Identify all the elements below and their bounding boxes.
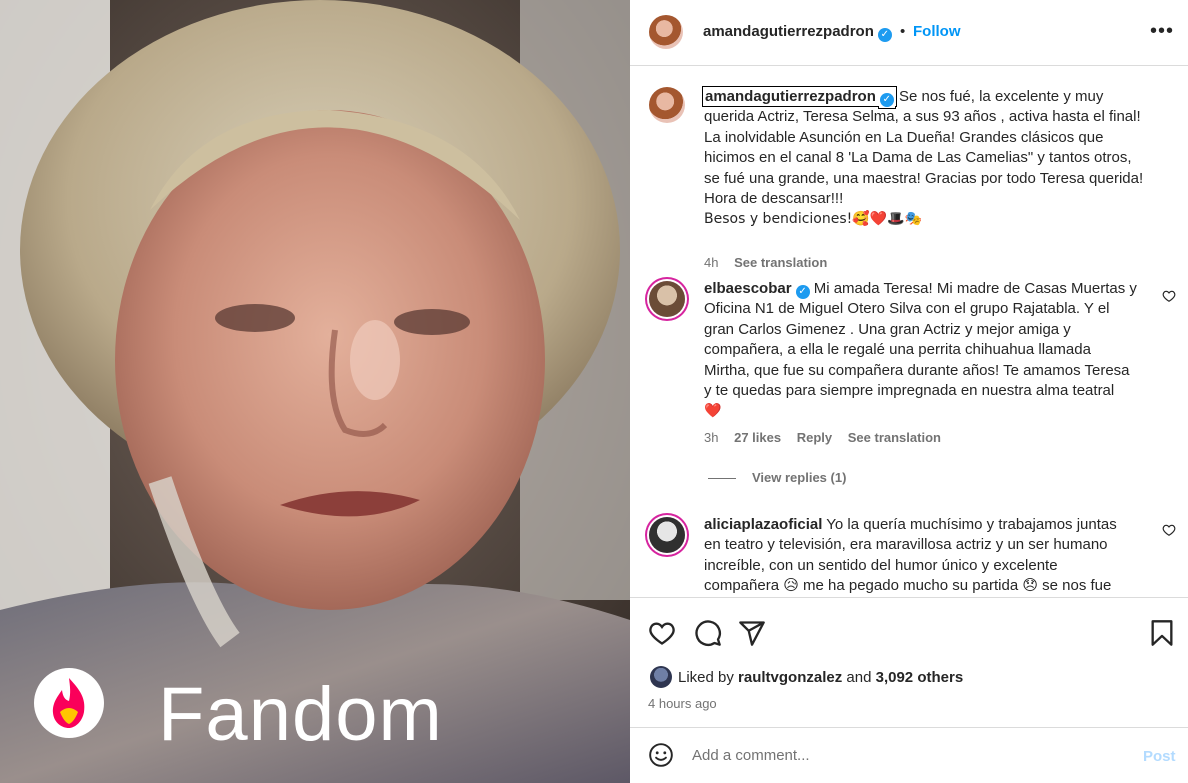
comment-line: increíble, con un sentido del humor únic…: [704, 556, 1058, 574]
comment-line: Mirtha, que fue su compañera durante año…: [704, 361, 1130, 379]
liked-by-prefix: Liked by: [678, 669, 734, 686]
comment-line: en teatro y televisión, era maravillosa …: [704, 536, 1108, 554]
likes-others-link[interactable]: 3,092 others: [876, 669, 964, 686]
comment-text: elbaescobar ✓ Mi amada Teresa! Mi madre d…: [704, 279, 1154, 422]
comment-input[interactable]: [692, 742, 1112, 768]
caption-line: La inolvidable Asunción en La Dueña! Gra…: [704, 128, 1104, 146]
replies-divider: [708, 478, 736, 480]
header-separator: •: [900, 23, 906, 40]
heart-icon[interactable]: [648, 619, 676, 647]
commenter-username[interactable]: elbaescobar ✓: [704, 280, 810, 299]
liker-username[interactable]: raultvgonzalez: [738, 669, 842, 686]
liker-avatar[interactable]: [650, 666, 672, 688]
commenter-avatar[interactable]: [649, 281, 685, 317]
more-options-icon[interactable]: •••: [1150, 20, 1174, 43]
like-comment-heart-icon[interactable]: [1162, 289, 1176, 303]
send-icon[interactable]: [738, 619, 766, 647]
caption-meta: 4h See translation: [704, 255, 839, 270]
comment-line: Yo la quería muchísimo y trabajamos junt…: [826, 516, 1117, 533]
comment-line: ❤️: [704, 403, 722, 420]
follow-button[interactable]: Follow: [913, 23, 961, 40]
fandom-watermark: Fandom: [158, 672, 443, 757]
caption-username[interactable]: amandagutierrezpadron ✓: [702, 86, 897, 107]
comment-line: Oficina N1 de Miguel Otero Silva con el …: [704, 300, 1110, 318]
view-replies-label[interactable]: View replies (1): [752, 470, 846, 485]
caption-avatar[interactable]: [649, 87, 685, 123]
caption-time: 4h: [704, 255, 719, 270]
liked-by-and: and: [846, 669, 872, 686]
caption-line: hicimos en el canal 8 'La Dama de Las Ca…: [704, 149, 1132, 167]
author-username[interactable]: amandagutierrezpadron ✓: [703, 23, 892, 42]
like-comment-heart-icon[interactable]: [1162, 523, 1176, 537]
bookmark-icon[interactable]: [1148, 619, 1176, 647]
comment-line: compañera 😥 me ha pegado mucho su partid…: [704, 577, 1112, 595]
see-translation-link[interactable]: See translation: [734, 255, 827, 270]
post-comment-button[interactable]: Post: [1143, 748, 1176, 765]
caption-line: Besos y bendiciones!🥰❤️🎩🎭: [704, 211, 922, 228]
author-avatar[interactable]: [649, 15, 683, 49]
caption-line: Hora de descansar!!!: [704, 190, 844, 208]
post-header: amandagutierrezpadron ✓ • Follow •••: [630, 0, 1188, 66]
commenter-username[interactable]: aliciaplazaoficial: [704, 516, 822, 533]
author-username-text[interactable]: amandagutierrezpadron: [703, 23, 874, 40]
post-actions: Liked by raultvgonzalez and 3,092 others…: [630, 597, 1188, 727]
liked-by: Liked by raultvgonzalez and 3,092 others: [650, 666, 963, 688]
comment-line: compañera, a ella le regalé una perrita …: [704, 341, 1091, 359]
verified-badge-icon: ✓: [795, 285, 810, 299]
comment-line: y te quedas para siempre impregnada en n…: [704, 382, 1115, 400]
verified-badge-icon: ✓: [879, 93, 894, 107]
comment-line: gran Carlos Gimenez . Una gran Actriz y …: [704, 320, 1071, 338]
view-replies-button[interactable]: View replies (1): [708, 470, 846, 485]
fandom-logo-icon: [34, 668, 104, 738]
verified-badge-icon: ✓: [877, 28, 892, 42]
comments-list[interactable]: amandagutierrezpadron ✓ Se nos fué, la ex…: [630, 67, 1188, 597]
comment-text: aliciaplazaoficial Yo la quería muchísim…: [704, 515, 1154, 597]
commenter-avatar[interactable]: [649, 517, 685, 553]
comment-icon[interactable]: [694, 619, 722, 647]
post-media[interactable]: Fandom: [0, 0, 630, 783]
caption-line: se fué una grande, una maestra! Gracias …: [704, 169, 1144, 187]
see-translation-link[interactable]: See translation: [848, 430, 941, 445]
comment-likes-count[interactable]: 27 likes: [734, 430, 781, 445]
caption-text: amandagutierrezpadron ✓ Se nos fué, la ex…: [702, 86, 1174, 230]
emoji-icon[interactable]: [648, 742, 674, 768]
post-details-panel: amandagutierrezpadron ✓ • Follow ••• aman…: [630, 0, 1188, 783]
caption-line: Se nos fué, la excelente y muy: [899, 88, 1104, 105]
comment-meta: 3h 27 likes Reply See translation: [704, 430, 953, 445]
caption-line: querida Actriz, Teresa Selma, a sus 93 a…: [704, 108, 1141, 126]
add-comment-bar: Post: [630, 727, 1188, 783]
comment-time: 3h: [704, 430, 719, 445]
reply-button[interactable]: Reply: [797, 430, 832, 445]
comment-line: Mi amada Teresa! Mi madre de Casas Muert…: [813, 280, 1137, 297]
post-time[interactable]: 4 hours ago: [648, 696, 717, 711]
post-photo: [0, 0, 630, 783]
